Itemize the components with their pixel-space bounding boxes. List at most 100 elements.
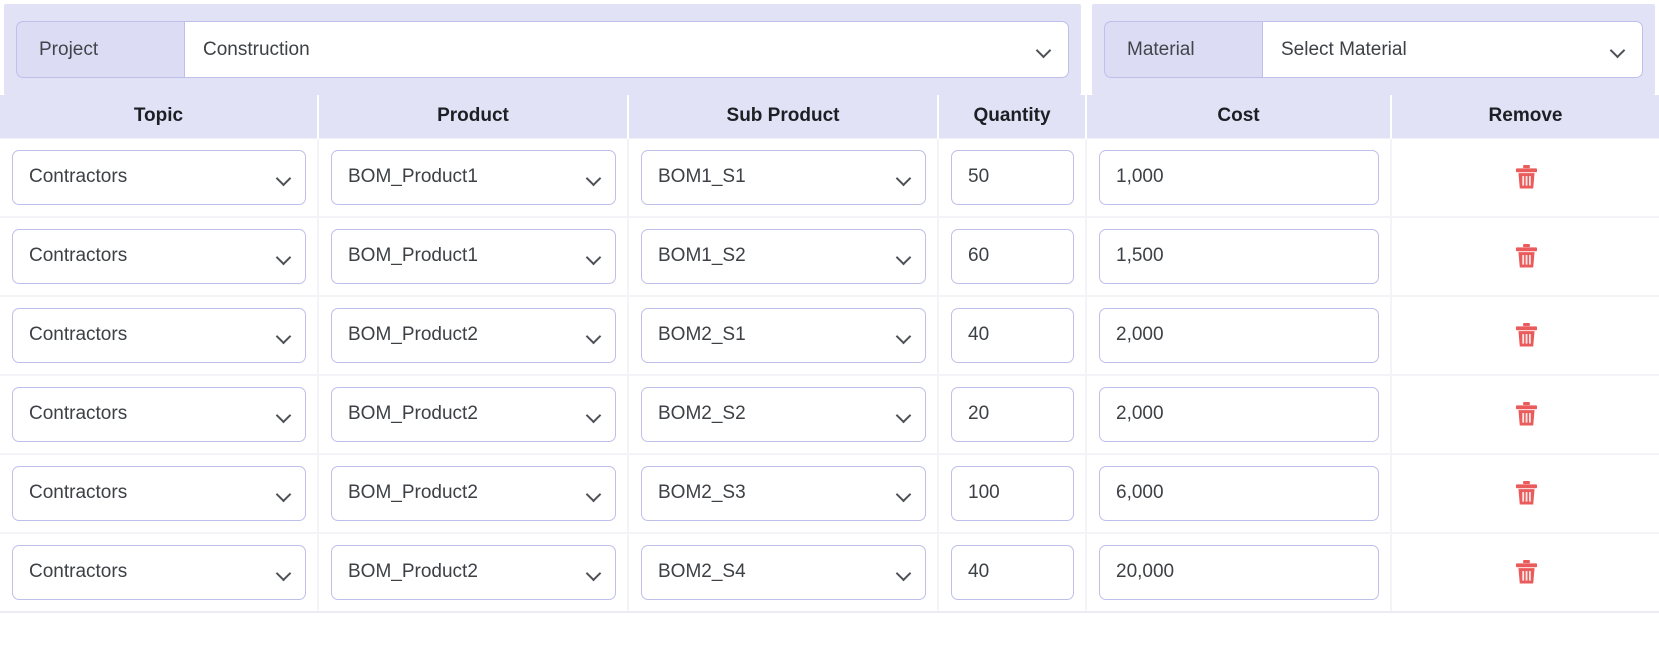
filter-bar: Project Construction Material Select Mat…	[0, 0, 1659, 95]
chevron-down-icon	[897, 489, 912, 498]
topic-select[interactable]: Contractors	[12, 229, 306, 284]
sub-product-select-cell: BOM2_S4	[628, 533, 938, 612]
sub-product-select-cell: BOM2_S3	[628, 454, 938, 533]
project-select[interactable]: Construction	[184, 21, 1069, 78]
quantity-input-value: 40	[968, 561, 989, 583]
remove-row-button[interactable]	[1503, 312, 1549, 358]
project-label: Project	[16, 21, 184, 78]
sub-product-select-value: BOM1_S1	[658, 166, 746, 188]
quantity-input[interactable]: 40	[951, 545, 1074, 600]
chevron-down-icon	[587, 252, 602, 261]
remove-row-button[interactable]	[1503, 233, 1549, 279]
chevron-down-icon	[897, 173, 912, 182]
product-select-cell: BOM_Product1	[318, 217, 628, 296]
quantity-input-value: 100	[968, 482, 1000, 504]
cost-input[interactable]: 2,000	[1099, 308, 1379, 363]
column-header-topic: Topic	[0, 95, 318, 138]
topic-select[interactable]: Contractors	[12, 150, 306, 205]
product-select-value: BOM_Product1	[348, 245, 478, 267]
sub-product-select[interactable]: BOM1_S2	[641, 229, 926, 284]
cost-input-value: 2,000	[1116, 324, 1164, 346]
chevron-down-icon	[277, 173, 292, 182]
product-select[interactable]: BOM_Product1	[331, 150, 616, 205]
cost-input-value: 1,500	[1116, 245, 1164, 267]
table-row: Contractors BOM_Product2 BOM2_S4 40 20,000	[0, 533, 1659, 612]
topic-select-value: Contractors	[29, 482, 127, 504]
quantity-input[interactable]: 100	[951, 466, 1074, 521]
topic-select-value: Contractors	[29, 245, 127, 267]
sub-product-select-value: BOM2_S2	[658, 403, 746, 425]
chevron-down-icon	[1611, 45, 1626, 54]
table-row: Contractors BOM_Product2 BOM2_S3 100 6,000	[0, 454, 1659, 533]
quantity-input[interactable]: 50	[951, 150, 1074, 205]
chevron-down-icon	[897, 568, 912, 577]
product-select[interactable]: BOM_Product2	[331, 466, 616, 521]
cost-input-value: 20,000	[1116, 561, 1174, 583]
product-select-cell: BOM_Product2	[318, 375, 628, 454]
table-body: ContractorsBOM_Product1BOM1_S1501,000Con…	[0, 138, 1659, 612]
product-select[interactable]: BOM_Product1	[331, 229, 616, 284]
cost-input-value: 1,000	[1116, 166, 1164, 188]
trash-icon	[1515, 559, 1538, 585]
product-select-value: BOM_Product2	[348, 324, 478, 346]
bom-table: Topic Product Sub Product Quantity Cost …	[0, 95, 1659, 613]
column-header-remove: Remove	[1391, 95, 1659, 138]
topic-select-value: Contractors	[29, 403, 127, 425]
quantity-input[interactable]: 20	[951, 387, 1074, 442]
cost-input[interactable]: 2,000	[1099, 387, 1379, 442]
topic-select-value: Contractors	[29, 166, 127, 188]
quantity-input-cell: 50	[938, 138, 1086, 217]
remove-row-button[interactable]	[1503, 470, 1549, 516]
chevron-down-icon	[587, 489, 602, 498]
cost-input[interactable]: 20,000	[1099, 545, 1379, 600]
product-select[interactable]: BOM_Product2	[331, 387, 616, 442]
topic-select-cell: Contractors	[0, 375, 318, 454]
column-header-product: Product	[318, 95, 628, 138]
topic-select-value: Contractors	[29, 561, 127, 583]
remove-cell	[1391, 138, 1659, 217]
column-header-quantity: Quantity	[938, 95, 1086, 138]
remove-row-button[interactable]	[1503, 391, 1549, 437]
remove-row-button[interactable]	[1503, 549, 1549, 595]
quantity-input-cell: 40	[938, 296, 1086, 375]
remove-row-button[interactable]	[1503, 154, 1549, 200]
trash-icon	[1515, 243, 1538, 269]
cost-input-cell: 1,500	[1086, 217, 1391, 296]
column-header-cost: Cost	[1086, 95, 1391, 138]
chevron-down-icon	[587, 331, 602, 340]
topic-select-cell: Contractors	[0, 533, 318, 612]
sub-product-select-value: BOM2_S1	[658, 324, 746, 346]
sub-product-select[interactable]: BOM2_S4	[641, 545, 926, 600]
quantity-input-cell: 40	[938, 533, 1086, 612]
project-input-group: Project Construction	[16, 21, 1069, 78]
topic-select[interactable]: Contractors	[12, 545, 306, 600]
topic-select[interactable]: Contractors	[12, 308, 306, 363]
table-row: Contractors BOM_Product1 BOM1_S1 50 1,000	[0, 138, 1659, 217]
topic-select[interactable]: Contractors	[12, 466, 306, 521]
column-header-sub-product: Sub Product	[628, 95, 938, 138]
product-select[interactable]: BOM_Product2	[331, 308, 616, 363]
cost-input-cell: 2,000	[1086, 375, 1391, 454]
quantity-input-value: 40	[968, 324, 989, 346]
chevron-down-icon	[277, 331, 292, 340]
cost-input[interactable]: 6,000	[1099, 466, 1379, 521]
quantity-input[interactable]: 60	[951, 229, 1074, 284]
topic-select-cell: Contractors	[0, 454, 318, 533]
sub-product-select[interactable]: BOM2_S1	[641, 308, 926, 363]
product-select[interactable]: BOM_Product2	[331, 545, 616, 600]
material-select[interactable]: Select Material	[1262, 21, 1643, 78]
product-select-cell: BOM_Product2	[318, 533, 628, 612]
chevron-down-icon	[897, 331, 912, 340]
table-header-row: Topic Product Sub Product Quantity Cost …	[0, 95, 1659, 138]
product-select-cell: BOM_Product2	[318, 296, 628, 375]
sub-product-select[interactable]: BOM2_S2	[641, 387, 926, 442]
quantity-input[interactable]: 40	[951, 308, 1074, 363]
sub-product-select[interactable]: BOM1_S1	[641, 150, 926, 205]
sub-product-select[interactable]: BOM2_S3	[641, 466, 926, 521]
project-filter-group: Project Construction	[4, 4, 1081, 95]
table-row: Contractors BOM_Product1 BOM1_S2 60 1,500	[0, 217, 1659, 296]
chevron-down-icon	[277, 489, 292, 498]
topic-select[interactable]: Contractors	[12, 387, 306, 442]
cost-input[interactable]: 1,000	[1099, 150, 1379, 205]
cost-input[interactable]: 1,500	[1099, 229, 1379, 284]
